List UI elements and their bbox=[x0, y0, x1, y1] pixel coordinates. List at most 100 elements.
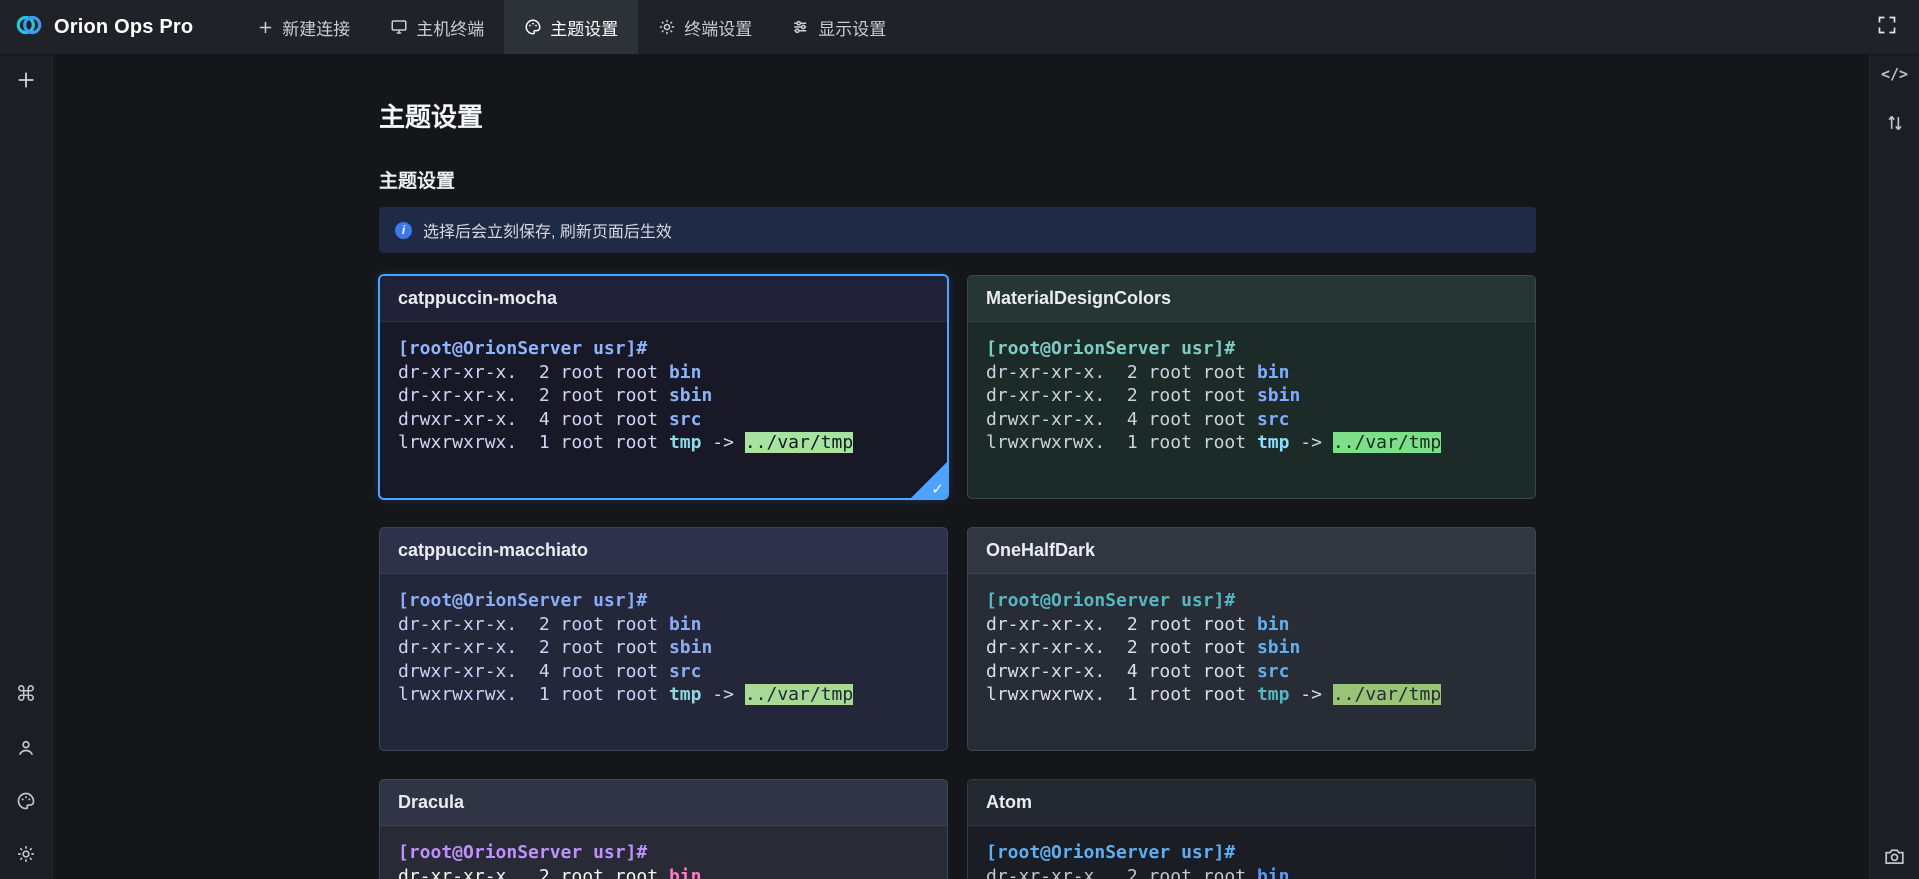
theme-card-atom[interactable]: Atom [root@OrionServer usr]#dr-xr-xr-x. … bbox=[967, 779, 1536, 879]
terminal-text-dir: bin bbox=[669, 866, 702, 879]
terminal-text-dir: bin bbox=[669, 362, 702, 383]
theme-settings-page: 主题设置 主题设置 i 选择后会立刻保存, 刷新页面后生效 catppuccin… bbox=[379, 97, 1536, 879]
terminal-line: dr-xr-xr-x. 2 root root bin bbox=[986, 361, 1517, 385]
brand-title: Orion Ops Pro bbox=[54, 16, 193, 39]
app-logo-icon bbox=[14, 10, 44, 45]
theme-card-onehalfdark[interactable]: OneHalfDark [root@OrionServer usr]#dr-xr… bbox=[967, 527, 1536, 751]
plus-icon bbox=[257, 19, 274, 36]
terminal-text-link: tmp bbox=[1257, 684, 1290, 705]
terminal-line: drwxr-xr-x. 4 root root src bbox=[986, 660, 1517, 684]
terminal-text-dir: src bbox=[1257, 661, 1290, 682]
terminal-line: dr-xr-xr-x. 2 root root sbin bbox=[986, 384, 1517, 408]
main-content: 主题设置 主题设置 i 选择后会立刻保存, 刷新页面后生效 catppuccin… bbox=[53, 55, 1869, 879]
terminal-text-dir: sbin bbox=[669, 385, 712, 406]
terminal-text-prompt: [root@OrionServer usr]# bbox=[986, 590, 1235, 611]
terminal-text-text: lrwxrwxrwx. 1 root root bbox=[398, 684, 669, 705]
terminal-line: [root@OrionServer usr]# bbox=[398, 589, 929, 613]
terminal-line: dr-xr-xr-x. 2 root root bin bbox=[398, 613, 929, 637]
terminal-line: drwxr-xr-x. 4 root root src bbox=[398, 408, 929, 432]
terminal-text-text: drwxr-xr-x. 4 root root bbox=[986, 409, 1257, 430]
theme-palette-icon[interactable] bbox=[15, 790, 37, 812]
terminal-text-text: dr-xr-xr-x. 2 root root bbox=[398, 362, 669, 383]
left-sidebar: ⌘ bbox=[0, 55, 53, 879]
sort-icon[interactable] bbox=[1885, 113, 1905, 133]
terminal-preview: [root@OrionServer usr]#dr-xr-xr-x. 2 roo… bbox=[968, 322, 1535, 470]
terminal-text-text: -> bbox=[1289, 432, 1332, 453]
terminal-text-text: drwxr-xr-x. 4 root root bbox=[398, 661, 669, 682]
terminal-text-dir: src bbox=[669, 409, 702, 430]
terminal-preview: [root@OrionServer usr]#dr-xr-xr-x. 2 roo… bbox=[968, 574, 1535, 722]
plus-icon bbox=[15, 78, 37, 95]
theme-card-title: Dracula bbox=[380, 780, 947, 826]
terminal-text-text: dr-xr-xr-x. 2 root root bbox=[986, 637, 1257, 658]
terminal-line: dr-xr-xr-x. 2 root root bin bbox=[986, 613, 1517, 637]
terminal-text-prompt: [root@OrionServer usr]# bbox=[398, 590, 647, 611]
terminal-text-text: -> bbox=[1289, 684, 1332, 705]
brand[interactable]: Orion Ops Pro bbox=[0, 10, 215, 45]
alert-text: 选择后会立刻保存, 刷新页面后生效 bbox=[423, 218, 672, 242]
terminal-text-text: dr-xr-xr-x. 2 root root bbox=[398, 866, 669, 879]
terminal-line: drwxr-xr-x. 4 root root src bbox=[986, 408, 1517, 432]
terminal-text-text: dr-xr-xr-x. 2 root root bbox=[986, 614, 1257, 635]
terminal-text-text: lrwxrwxrwx. 1 root root bbox=[398, 432, 669, 453]
theme-card-title: MaterialDesignColors bbox=[968, 276, 1535, 322]
nav-item-theme-settings[interactable]: 主题设置 bbox=[504, 0, 638, 54]
nav-item-terminal-settings[interactable]: 终端设置 bbox=[638, 0, 772, 54]
code-glyph: </> bbox=[1881, 65, 1908, 83]
gear-icon bbox=[658, 18, 676, 36]
nav-item-label: 主机终端 bbox=[416, 15, 484, 40]
theme-card-materialdesigncolors[interactable]: MaterialDesignColors [root@OrionServer u… bbox=[967, 275, 1536, 499]
terminal-text-hl: ../var/tmp bbox=[1333, 432, 1441, 453]
terminal-text-dir: sbin bbox=[1257, 385, 1300, 406]
command-icon[interactable]: ⌘ bbox=[15, 684, 37, 706]
terminal-line: [root@OrionServer usr]# bbox=[398, 841, 929, 865]
command-glyph: ⌘ bbox=[16, 684, 37, 706]
terminal-preview: [root@OrionServer usr]#dr-xr-xr-x. 2 roo… bbox=[380, 322, 947, 470]
code-icon[interactable]: </> bbox=[1881, 65, 1908, 83]
terminal-text-text: dr-xr-xr-x. 2 root root bbox=[986, 362, 1257, 383]
info-alert: i 选择后会立刻保存, 刷新页面后生效 bbox=[379, 207, 1536, 253]
terminal-line: dr-xr-xr-x. 2 root root bin bbox=[986, 865, 1517, 879]
terminal-line: dr-xr-xr-x. 2 root root sbin bbox=[398, 384, 929, 408]
terminal-preview: [root@OrionServer usr]#dr-xr-xr-x. 2 roo… bbox=[968, 826, 1535, 879]
terminal-preview: [root@OrionServer usr]#dr-xr-xr-x. 2 roo… bbox=[380, 826, 947, 879]
nav-item-label: 终端设置 bbox=[684, 15, 752, 40]
terminal-text-dir: sbin bbox=[669, 637, 712, 658]
terminal-text-text: lrwxrwxrwx. 1 root root bbox=[986, 684, 1257, 705]
right-sidebar-top-icons: </> bbox=[1881, 55, 1908, 133]
nav-item-new-connection[interactable]: 新建连接 bbox=[237, 0, 370, 54]
user-icon[interactable] bbox=[15, 737, 37, 759]
terminal-line: dr-xr-xr-x. 2 root root bin bbox=[398, 865, 929, 879]
fullscreen-button[interactable] bbox=[1877, 15, 1919, 40]
info-icon: i bbox=[395, 222, 412, 239]
app-root: Orion Ops Pro 新建连接 主机终端 bbox=[0, 0, 1919, 879]
theme-card-catppuccin-mocha[interactable]: catppuccin-mocha [root@OrionServer usr]#… bbox=[379, 275, 948, 499]
terminal-line: [root@OrionServer usr]# bbox=[986, 589, 1517, 613]
terminal-text-dir: bin bbox=[669, 614, 702, 635]
terminal-text-dir: bin bbox=[1257, 866, 1290, 879]
terminal-text-text: lrwxrwxrwx. 1 root root bbox=[986, 432, 1257, 453]
terminal-text-text: drwxr-xr-x. 4 root root bbox=[398, 409, 669, 430]
terminal-text-prompt: [root@OrionServer usr]# bbox=[398, 338, 647, 359]
theme-card-dracula[interactable]: Dracula [root@OrionServer usr]#dr-xr-xr-… bbox=[379, 779, 948, 879]
nav-item-display-settings[interactable]: 显示设置 bbox=[772, 0, 906, 54]
terminal-preview: [root@OrionServer usr]#dr-xr-xr-x. 2 roo… bbox=[380, 574, 947, 722]
terminal-line: dr-xr-xr-x. 2 root root bin bbox=[398, 361, 929, 385]
terminal-text-text: dr-xr-xr-x. 2 root root bbox=[398, 637, 669, 658]
page-title: 主题设置 bbox=[379, 97, 1536, 134]
nav-item-host-terminal[interactable]: 主机终端 bbox=[370, 0, 504, 54]
terminal-line: lrwxrwxrwx. 1 root root tmp -> ../var/tm… bbox=[398, 431, 929, 455]
add-connection-button[interactable] bbox=[15, 69, 37, 96]
terminal-text-hl: ../var/tmp bbox=[745, 684, 853, 705]
nav-item-label: 显示设置 bbox=[818, 15, 886, 40]
screenshot-camera-icon[interactable] bbox=[1884, 846, 1905, 867]
terminal-line: lrwxrwxrwx. 1 root root tmp -> ../var/tm… bbox=[398, 683, 929, 707]
right-sidebar-bottom-icons bbox=[1884, 846, 1905, 879]
theme-card-catppuccin-macchiato[interactable]: catppuccin-macchiato [root@OrionServer u… bbox=[379, 527, 948, 751]
terminal-line: lrwxrwxrwx. 1 root root tmp -> ../var/tm… bbox=[986, 683, 1517, 707]
terminal-text-prompt: [root@OrionServer usr]# bbox=[986, 338, 1235, 359]
settings-gear-icon[interactable] bbox=[15, 843, 37, 865]
section-title: 主题设置 bbox=[379, 166, 1536, 193]
terminal-text-text: dr-xr-xr-x. 2 root root bbox=[398, 614, 669, 635]
terminal-text-text: dr-xr-xr-x. 2 root root bbox=[398, 385, 669, 406]
